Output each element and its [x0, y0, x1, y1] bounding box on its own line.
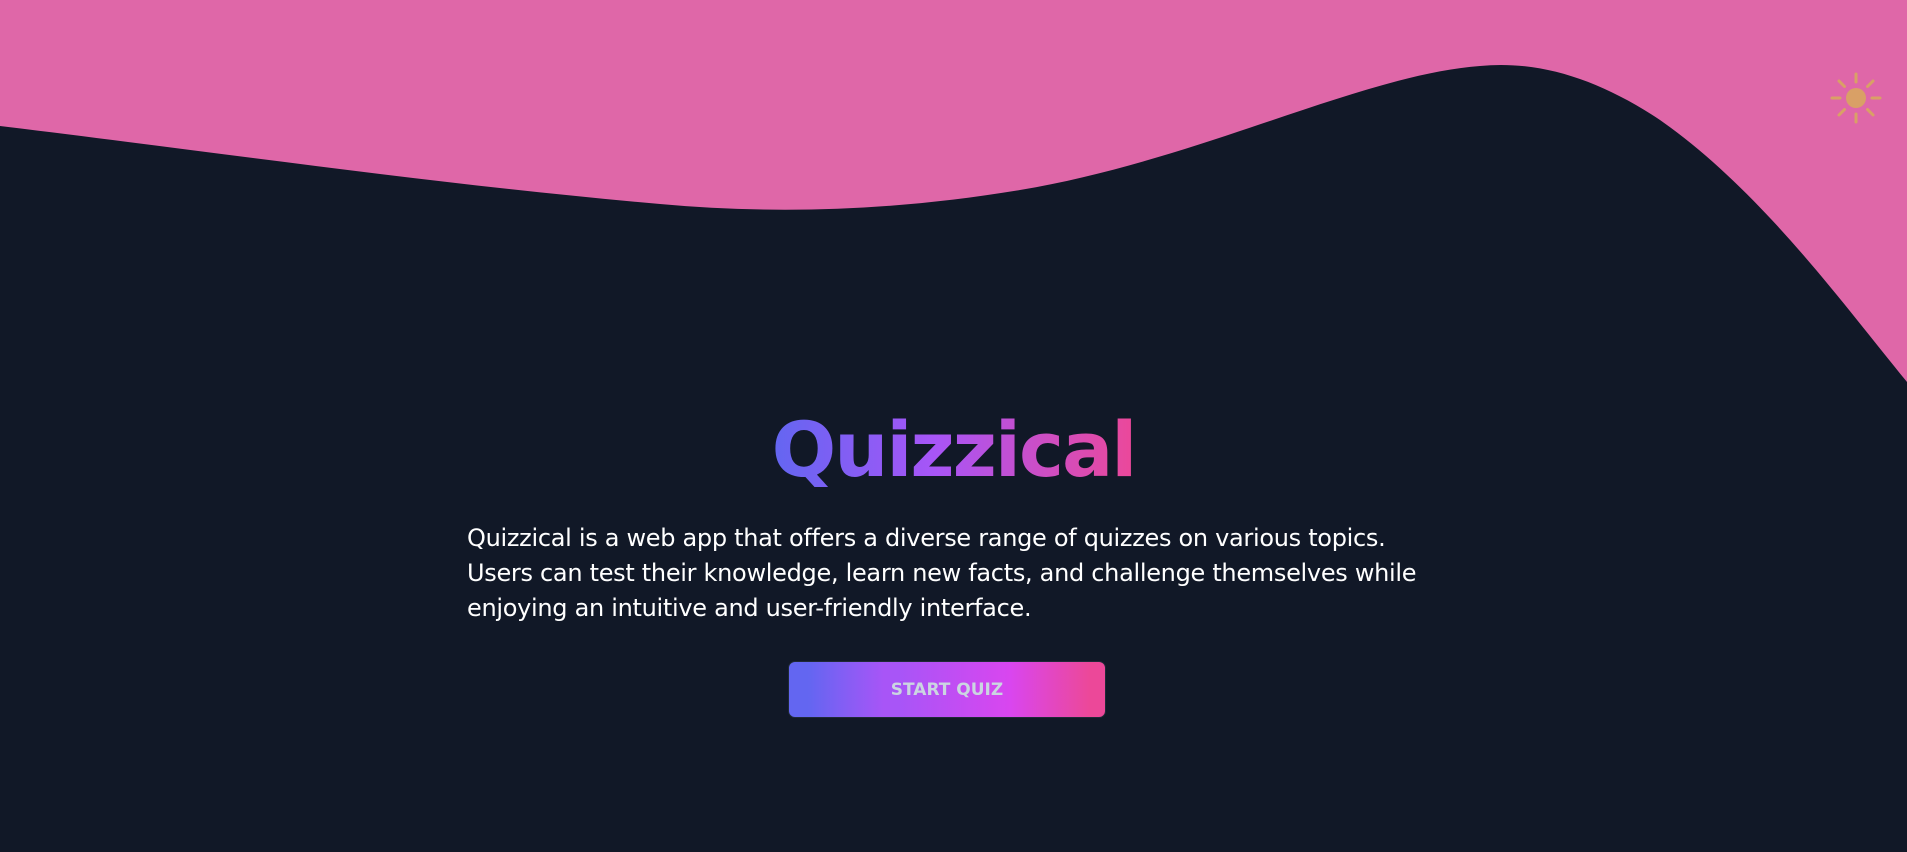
page-title: Quizzical	[0, 407, 1907, 493]
page-title-text: Quizzical	[771, 405, 1138, 494]
start-quiz-button[interactable]: START QUIZ	[788, 661, 1106, 718]
app-description: Quizzical is a web app that offers a div…	[467, 524, 1417, 622]
hero-section: Quizzical Quizzical is a web app that of…	[0, 0, 1907, 852]
